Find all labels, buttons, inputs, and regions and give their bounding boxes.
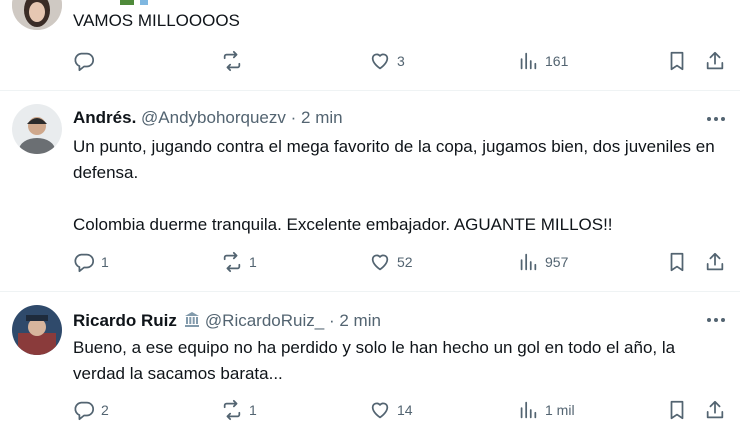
bookmark-button[interactable] [666,399,688,421]
avatar[interactable] [12,0,62,30]
tweet-header: Andrés. @Andybohorquezv · 2 min [73,108,343,128]
username[interactable]: @RicardoRuiz_ [205,311,324,330]
views-count: 957 [545,254,569,270]
like-count: 3 [397,53,405,69]
heart-icon [371,402,389,419]
views-icon [520,401,537,419]
share-icon [706,252,724,271]
more-icon [707,318,725,322]
reply-icon [74,401,95,421]
repost-count: 1 [249,254,257,270]
more-icon [707,117,725,121]
share-icon [706,400,724,419]
government-badge-icon [184,312,199,327]
like-button[interactable]: 14 [369,399,413,421]
avatar[interactable] [12,305,62,355]
views-button[interactable]: 957 [517,251,568,273]
like-count: 52 [397,254,413,270]
display-name[interactable]: Ricardo Ruiz [73,311,177,330]
reply-button[interactable]: 2 [73,399,109,421]
avatar[interactable] [12,104,62,154]
tweet-1[interactable]: VAMOS MILLOOOOS 3 161 [0,0,740,90]
share-button[interactable] [704,399,726,421]
like-button[interactable]: 3 [369,50,405,72]
bookmark-icon [670,51,684,71]
heart-icon [371,254,389,271]
tweet-header: Ricardo Ruiz @RicardoRuiz_ · 2 min [73,310,381,331]
more-button[interactable] [704,109,728,129]
repost-button[interactable] [221,50,243,72]
reply-icon [74,52,95,72]
more-button[interactable] [704,310,728,330]
bookmark-button[interactable] [666,50,688,72]
repost-icon [223,50,241,72]
share-button[interactable] [704,50,726,72]
views-icon [520,52,537,70]
emoji-decoration-icon [120,0,148,5]
repost-button[interactable]: 1 [221,251,257,273]
reply-button[interactable] [73,50,95,72]
repost-button[interactable]: 1 [221,399,257,421]
reply-count: 1 [101,254,109,270]
display-name[interactable]: Andrés. [73,108,136,127]
bookmark-icon [670,400,684,420]
username[interactable]: @Andybohorquezv [141,108,286,127]
bookmark-button[interactable] [666,251,688,273]
reply-icon [74,253,95,273]
share-button[interactable] [704,251,726,273]
views-button[interactable]: 161 [517,50,568,72]
separator: · [328,311,335,330]
timestamp[interactable]: 2 min [339,311,381,330]
timestamp[interactable]: 2 min [301,108,343,127]
separator: · [290,108,297,127]
views-icon [520,253,537,271]
bookmark-icon [670,252,684,272]
tweet-text: Bueno, a ese equipo no ha perdido y solo… [73,338,680,383]
tweet-text: VAMOS MILLOOOOS [73,11,240,30]
tweet-3[interactable]: Ricardo Ruiz @RicardoRuiz_ · 2 min Bueno,… [0,292,740,421]
views-count: 161 [545,53,569,69]
tweet-text: Un punto, jugando contra el mega favorit… [73,137,715,234]
repost-icon [223,251,241,273]
heart-icon [371,53,389,70]
reply-button[interactable]: 1 [73,251,109,273]
repost-icon [223,399,241,421]
tweet-2[interactable]: Andrés. @Andybohorquezv · 2 min Un punto… [0,91,740,291]
share-icon [706,51,724,70]
views-button[interactable]: 1 mil [517,399,575,421]
like-button[interactable]: 52 [369,251,413,273]
